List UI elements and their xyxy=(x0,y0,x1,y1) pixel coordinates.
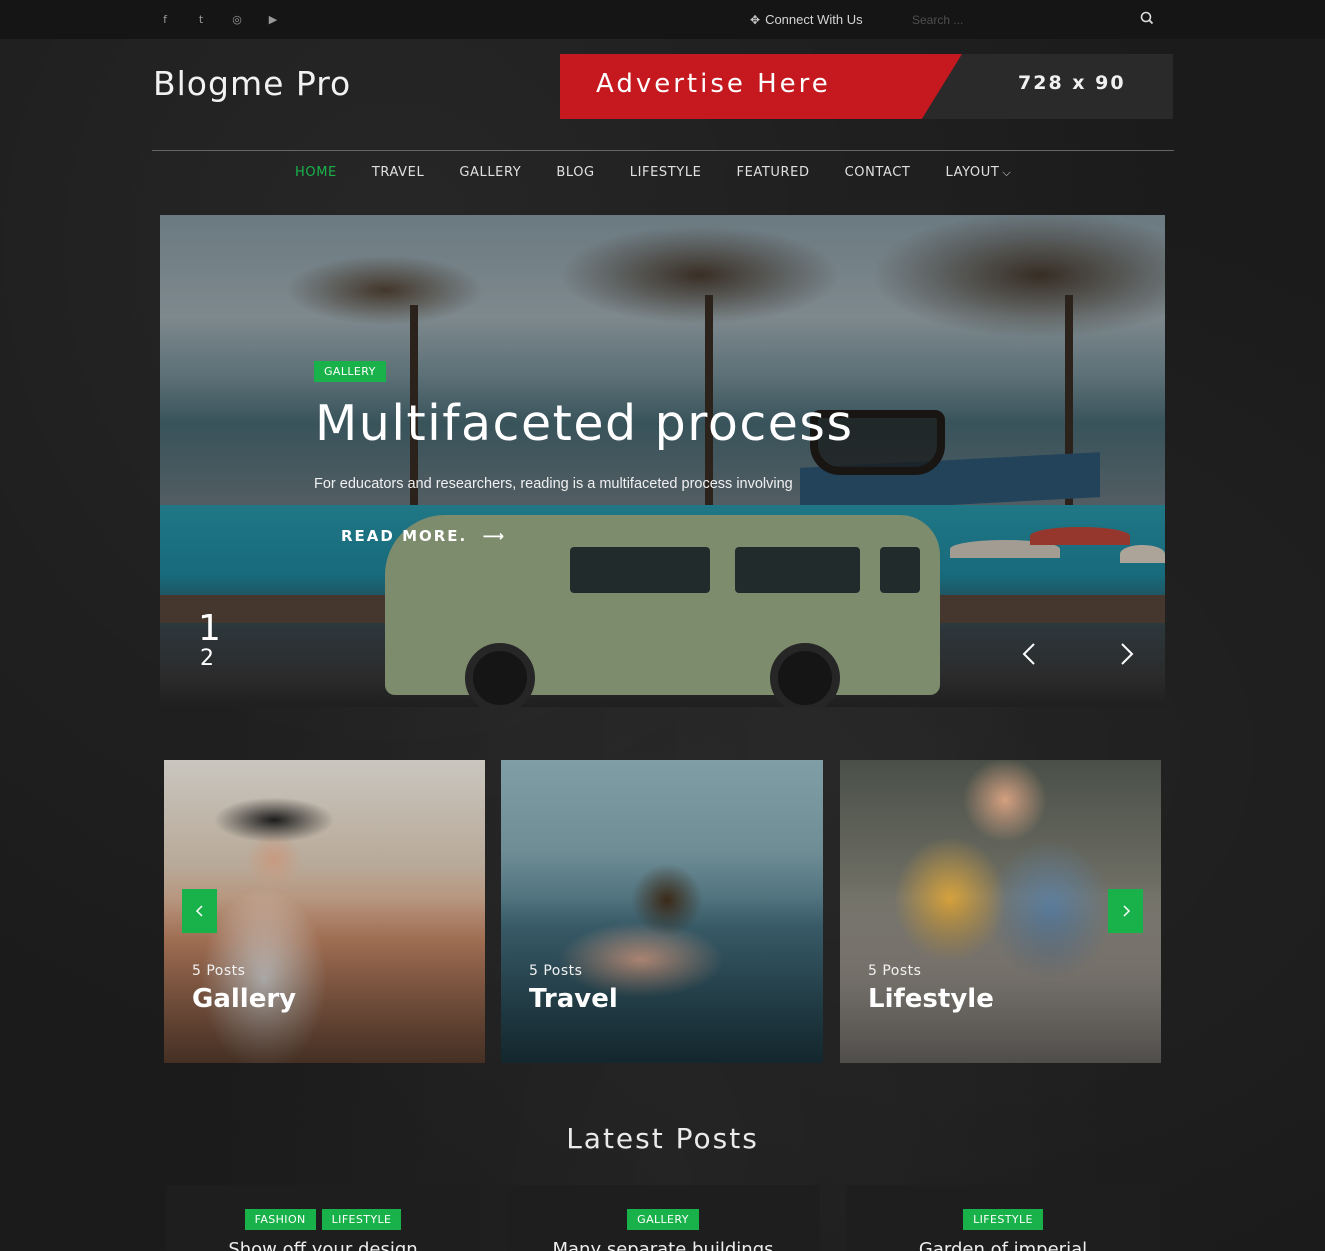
search-icon[interactable] xyxy=(1139,10,1155,26)
category-name: Travel xyxy=(529,984,618,1014)
facebook-icon[interactable]: f xyxy=(158,12,172,26)
category-count: 5 Posts xyxy=(192,963,246,979)
social-links: f t ◎ ▶ xyxy=(158,12,280,26)
slide-current-number[interactable]: 1 xyxy=(198,608,221,649)
hero-category-tag[interactable]: GALLERY xyxy=(314,361,386,382)
category-prev-button[interactable] xyxy=(182,889,217,933)
ad-text: Advertise Here xyxy=(596,69,831,99)
hero-title[interactable]: Multifaceted process xyxy=(315,395,853,452)
slider-prev-icon[interactable] xyxy=(1018,640,1042,668)
search-input[interactable] xyxy=(912,8,1122,32)
post-tag[interactable]: LIFESTYLE xyxy=(963,1209,1043,1230)
nav-lifestyle[interactable]: LIFESTYLE xyxy=(630,165,702,180)
connect-with-us[interactable]: ✥ Connect With Us xyxy=(750,12,863,27)
nav-layout[interactable]: LAYOUT ⌵ xyxy=(945,165,1011,180)
handshake-icon: ✥ xyxy=(750,12,761,27)
instagram-icon[interactable]: ◎ xyxy=(230,12,244,26)
post-card[interactable]: GALLERY Many separate buildings xyxy=(506,1185,820,1251)
category-next-button[interactable] xyxy=(1108,889,1143,933)
nav-layout-label: LAYOUT xyxy=(945,165,1000,180)
post-title[interactable]: Many separate buildings xyxy=(506,1239,820,1251)
nav-contact[interactable]: CONTACT xyxy=(845,165,911,180)
ad-banner[interactable]: Advertise Here 728 x 90 xyxy=(560,54,1173,119)
chevron-down-icon: ⌵ xyxy=(1002,166,1012,179)
chevron-right-icon xyxy=(1122,905,1130,917)
read-more-label: READ MORE. xyxy=(341,527,468,545)
hero-slider xyxy=(160,215,1165,707)
nav-travel[interactable]: TRAVEL xyxy=(372,165,424,180)
category-count: 5 Posts xyxy=(529,963,583,979)
arrow-right-icon: ⟶ xyxy=(482,527,507,545)
post-tag[interactable]: FASHION xyxy=(244,1209,316,1230)
category-card-travel[interactable]: 5 Posts Travel xyxy=(501,760,823,1063)
read-more-button[interactable]: READ MORE. ⟶ xyxy=(341,527,506,545)
latest-posts-heading: Latest Posts xyxy=(566,1122,759,1155)
post-title[interactable]: Show off your design xyxy=(166,1239,480,1251)
category-name: Gallery xyxy=(192,984,297,1014)
youtube-icon[interactable]: ▶ xyxy=(266,12,280,26)
nav-gallery[interactable]: GALLERY xyxy=(459,165,521,180)
top-bar: f t ◎ ▶ ✥ Connect With Us xyxy=(0,0,1325,39)
site-logo[interactable]: Blogme Pro xyxy=(153,64,351,103)
nav-home[interactable]: HOME xyxy=(295,165,337,180)
hero-description: For educators and researchers, reading i… xyxy=(314,476,793,492)
post-title[interactable]: Garden of imperial xyxy=(846,1239,1160,1251)
category-name: Lifestyle xyxy=(868,984,994,1014)
slide-next-number[interactable]: 2 xyxy=(200,646,214,671)
connect-label: Connect With Us xyxy=(765,12,863,27)
post-tag[interactable]: GALLERY xyxy=(627,1209,699,1230)
header-divider xyxy=(152,150,1174,151)
ad-size: 728 x 90 xyxy=(1018,72,1126,94)
slider-next-icon[interactable] xyxy=(1114,640,1138,668)
post-card[interactable]: LIFESTYLE Garden of imperial xyxy=(846,1185,1160,1251)
post-tag[interactable]: LIFESTYLE xyxy=(321,1209,402,1230)
nav-blog[interactable]: BLOG xyxy=(556,165,594,180)
post-card[interactable]: FASHION LIFESTYLE Show off your design xyxy=(166,1185,480,1251)
chevron-left-icon xyxy=(195,905,203,917)
nav-featured[interactable]: FEATURED xyxy=(737,165,810,180)
main-nav: HOME TRAVEL GALLERY BLOG LIFESTYLE FEATU… xyxy=(295,165,1046,180)
category-count: 5 Posts xyxy=(868,963,922,979)
twitter-icon[interactable]: t xyxy=(194,12,208,26)
